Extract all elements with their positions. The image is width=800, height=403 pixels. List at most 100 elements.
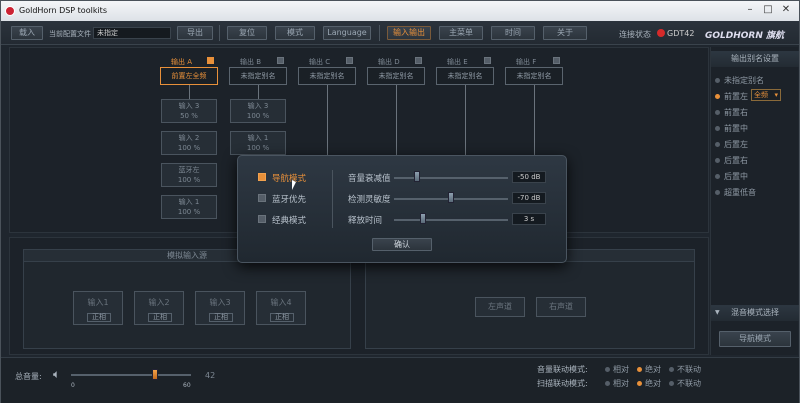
vol-link-relative[interactable]: 相对 [605,364,629,375]
radio-icon [637,367,642,372]
alias-option[interactable]: 未指定别名 [715,75,764,86]
radio-icon [715,190,720,195]
vol-link-none[interactable]: 不联动 [669,364,701,375]
phase-toggle: 正相 [87,313,111,322]
release-time-track[interactable] [394,219,508,221]
output-checkbox[interactable] [484,57,491,64]
volume-min-label: 0 [71,382,75,389]
bottom-bar: 总音量: 🔈︎ 0 60 42 音量联动模式: 相对 绝对 不联动 扫描联动模式… [1,357,799,403]
classic-mode-checkbox[interactable] [258,215,266,223]
close-button[interactable]: ✕ [779,4,793,15]
nav-mode-label: 导航模式 [272,174,307,184]
analog-input-4[interactable]: 输入4 正相 [256,291,306,325]
output-label: 输出 F [516,58,537,66]
output-label: 输出 B [240,58,262,66]
nav-mode-checkbox[interactable] [258,173,266,181]
sensitivity-value[interactable]: -70 dB [512,192,546,204]
radio-icon [605,367,610,372]
radio-icon [605,381,610,386]
minimize-button[interactable]: – [743,4,757,15]
nav-mode-button[interactable]: 导航模式 [719,331,791,347]
radio-icon [715,94,720,99]
attenuation-value[interactable]: -50 dB [512,171,546,183]
window-title: GoldHorn DSP toolkits [19,6,107,15]
maximize-button[interactable]: □ [761,4,775,15]
alias-dropdown[interactable]: 全频 ▾ [751,89,781,101]
tab-time[interactable]: 时间 [491,26,535,40]
tab-about[interactable]: 关于 [543,26,587,40]
radio-icon [715,174,720,179]
attenuation-track[interactable] [394,177,508,179]
release-time-knob[interactable] [419,213,426,224]
collapse-icon: ▼ [715,309,720,316]
mix-mode-title: ▼ 混音模式选择 [711,305,799,321]
scan-link-none[interactable]: 不联动 [669,378,701,389]
mix-source[interactable]: 输入 1 100 % [161,195,217,219]
vol-link-absolute[interactable]: 绝对 [637,364,661,375]
volume-max-label: 60 [183,382,191,389]
language-button[interactable]: Language [323,26,371,40]
alias-option[interactable]: 前置右 [715,107,748,118]
master-volume-track[interactable] [71,374,191,376]
alias-panel: 输出别名设置 未指定别名 前置左 全频 ▾ 前置右 前置中 后置左 后置右 后置中… [710,47,799,355]
volume-value: 42 [205,371,216,380]
output-checkbox[interactable] [207,57,214,64]
mix-source[interactable]: 输入 3 100 % [230,99,286,123]
toolbar: 载入 当前配置文件 未指定 导出 复位 模式 Language 输入输出 主菜单… [1,21,799,45]
master-volume-knob[interactable] [152,369,158,380]
dialog-divider [332,170,333,228]
device-name: GDT42 [667,29,695,38]
alias-option[interactable]: 后置左 [715,139,748,150]
output-alias-box[interactable]: 未指定别名 [505,67,563,85]
volume-link-label: 音量联动模式: [537,365,588,374]
radio-icon [637,381,642,386]
radio-icon [715,78,720,83]
reset-button[interactable]: 复位 [227,26,267,40]
analog-input-1[interactable]: 输入1 正相 [73,291,123,325]
mix-source[interactable]: 输入 1 100 % [230,131,286,155]
scan-link-absolute[interactable]: 绝对 [637,378,661,389]
tab-main-menu[interactable]: 主菜单 [439,26,483,40]
output-checkbox[interactable] [346,57,353,64]
connector-line [189,85,190,99]
confirm-button[interactable]: 确认 [372,238,432,251]
export-button[interactable]: 导出 [177,26,213,40]
release-time-value[interactable]: 3 s [512,213,546,225]
sensitivity-label: 检测灵敏度 [348,195,391,205]
output-alias-box[interactable]: 未指定别名 [367,67,425,85]
mix-source[interactable]: 输入 3 50 % [161,99,217,123]
output-alias-box[interactable]: 前置左全频 [160,67,218,85]
mode-button[interactable]: 模式 [275,26,315,40]
output-checkbox[interactable] [553,57,560,64]
bluetooth-priority-checkbox[interactable] [258,194,266,202]
analog-input-3[interactable]: 输入3 正相 [195,291,245,325]
mix-source[interactable]: 输入 2 100 % [161,131,217,155]
alias-option[interactable]: 前置左 [715,91,748,102]
mix-source[interactable]: 蓝牙左 100 % [161,163,217,187]
output-label: 输出 A [171,58,193,66]
scan-link-label: 扫描联动模式: [537,379,588,388]
sensitivity-knob[interactable] [448,192,454,203]
output-alias-box[interactable]: 未指定别名 [436,67,494,85]
output-alias-box[interactable]: 未指定别名 [298,67,356,85]
output-checkbox[interactable] [277,57,284,64]
scan-link-relative[interactable]: 相对 [605,378,629,389]
current-config-field: 未指定 [93,27,171,39]
right-channel-button[interactable]: 右声道 [536,297,586,317]
alias-option[interactable]: 超重低音 [715,187,756,198]
current-config-label: 当前配置文件 [49,30,91,38]
output-alias-box[interactable]: 未指定别名 [229,67,287,85]
alias-option[interactable]: 后置中 [715,171,748,182]
radio-icon [669,381,674,386]
title-bar: GoldHorn DSP toolkits – □ ✕ [1,1,799,21]
analog-input-2[interactable]: 输入2 正相 [134,291,184,325]
output-checkbox[interactable] [415,57,422,64]
tab-io[interactable]: 输入输出 [387,26,431,40]
import-button[interactable]: 载入 [11,26,43,40]
alias-option[interactable]: 后置右 [715,155,748,166]
left-channel-button[interactable]: 左声道 [475,297,525,317]
alias-option[interactable]: 前置中 [715,123,748,134]
attenuation-knob[interactable] [413,171,420,182]
toolbar-divider [379,25,380,41]
app-logo-icon [5,6,15,16]
